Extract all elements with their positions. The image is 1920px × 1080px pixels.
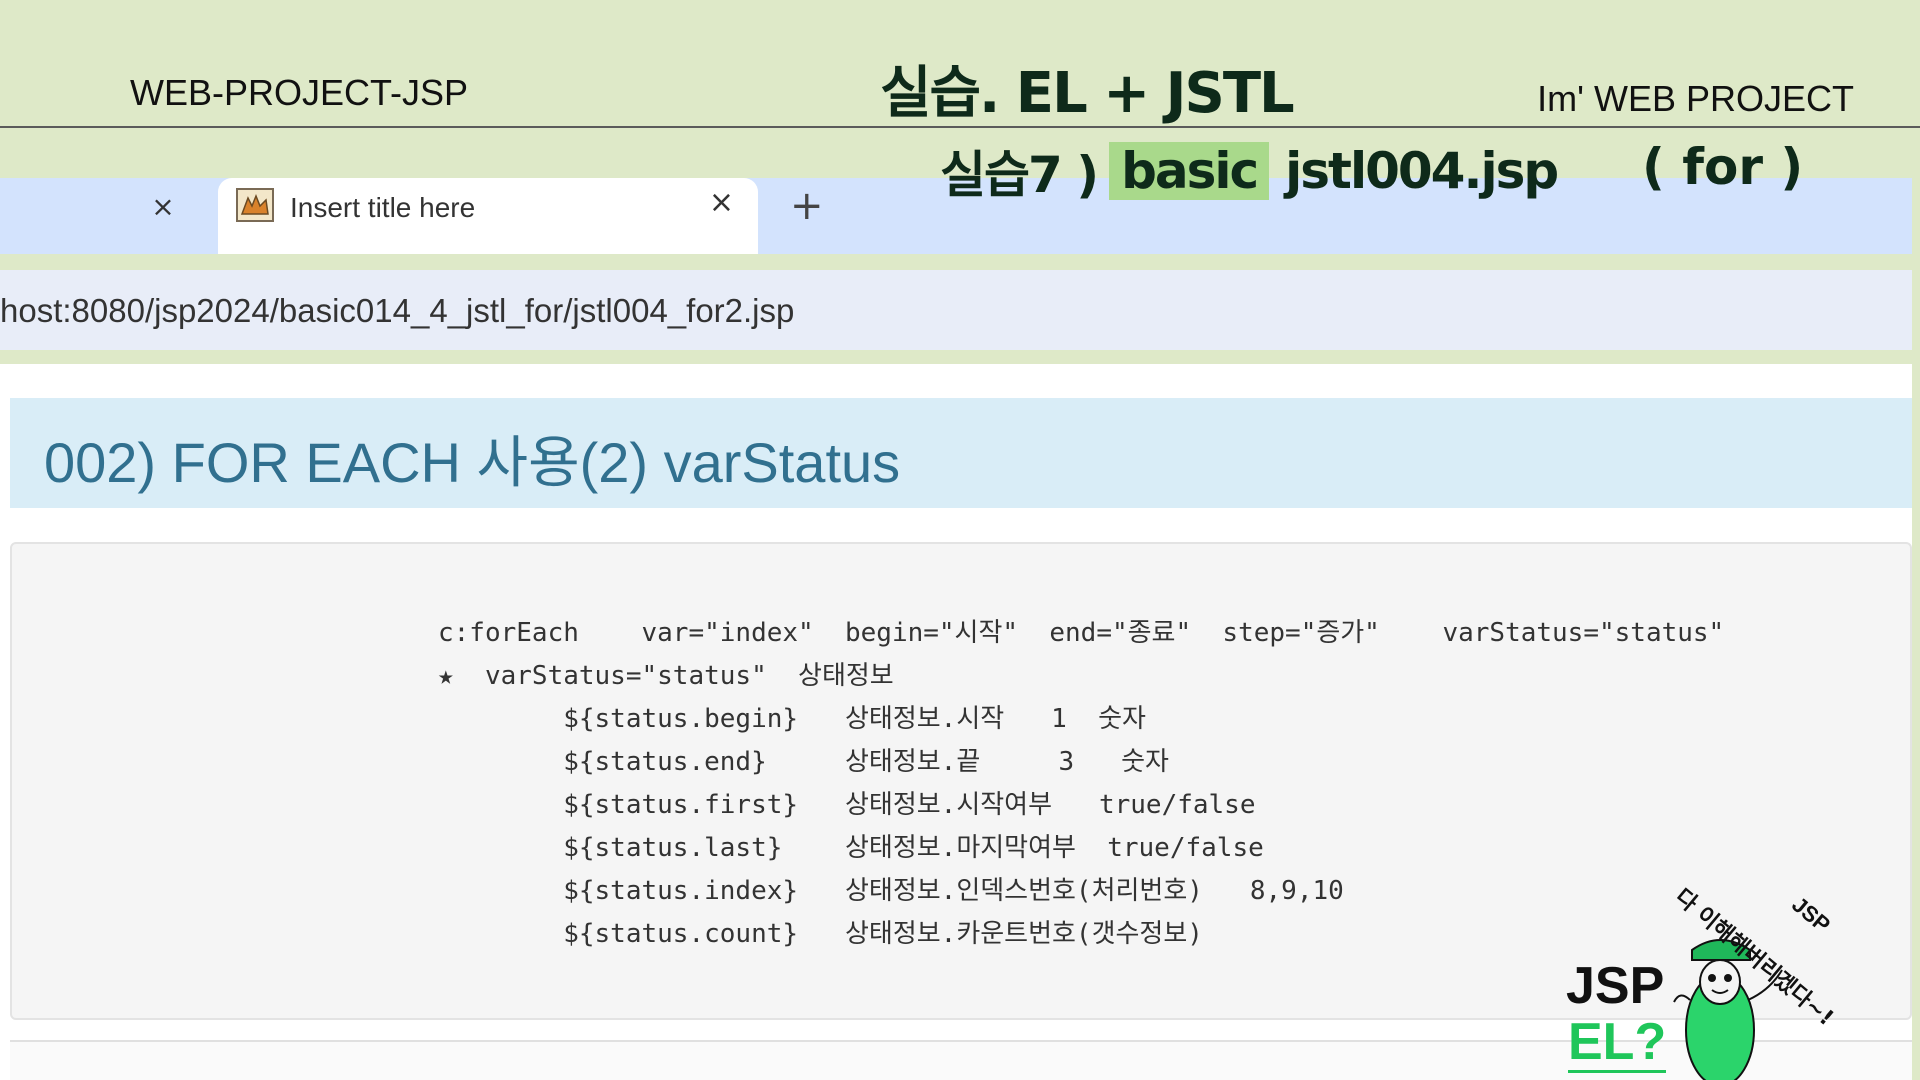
project-name: WEB-PROJECT-JSP <box>130 72 469 113</box>
header-divider <box>0 126 1920 128</box>
mascot: JSP EL? 다 이해해버리겠다~! JSP <box>1560 860 1920 1080</box>
panel-heading: 002) FOR EACH 사용(2) varStatus <box>10 398 1912 508</box>
code-line: ${status.end} 상태정보.끝 3 숫자 <box>438 747 1169 777</box>
subtitle-file: jstl004.jsp <box>1285 142 1559 200</box>
code-line: ★ varStatus="status" 상태정보 <box>438 661 894 691</box>
subtitle-prefix: 실습7 ) <box>940 146 1099 204</box>
code-line: ${status.first} 상태정보.시작여부 true/false <box>438 790 1256 820</box>
new-tab-button[interactable]: + <box>790 186 824 226</box>
mascot-el-label: EL? <box>1568 1013 1667 1073</box>
code-block: c:forEach var="index" begin="시작" end="종료… <box>438 612 1724 956</box>
tab-close-icon[interactable]: × <box>709 188 734 218</box>
exercise-subtitle: 실습7 ) basic jstl004.jsp <box>940 138 1559 204</box>
previous-tab-close-icon[interactable]: × <box>148 192 178 222</box>
tomcat-icon <box>236 188 274 222</box>
code-line: c:forEach var="index" begin="시작" end="종료… <box>438 618 1725 648</box>
subtitle-topic: ( for ) <box>1642 138 1804 196</box>
code-line: ${status.count} 상태정보.카운트번호(갯수정보) <box>438 919 1203 949</box>
panel-title: 002) FOR EACH 사용(2) varStatus <box>44 431 901 494</box>
address-bar[interactable]: host:8080/jsp2024/basic014_4_jstl_for/js… <box>0 270 1912 350</box>
subtitle-highlight: basic <box>1109 142 1270 200</box>
tab-title: Insert title here <box>290 192 476 223</box>
tab-active[interactable]: Insert title here × <box>218 178 758 254</box>
lesson-title: 실습. EL + JSTL <box>880 61 1295 126</box>
code-line: ${status.index} 상태정보.인덱스번호(처리번호) 8,9,10 <box>438 876 1344 906</box>
brand-tag: Im' WEB PROJECT <box>1537 78 1854 119</box>
code-line: ${status.last} 상태정보.마지막여부 true/false <box>438 833 1264 863</box>
address-url[interactable]: host:8080/jsp2024/basic014_4_jstl_for/js… <box>0 292 794 330</box>
code-line: ${status.begin} 상태정보.시작 1 숫자 <box>438 704 1146 734</box>
mascot-jsp-label: JSP <box>1566 957 1665 1015</box>
slide-header: WEB-PROJECT-JSP 실습. EL + JSTL Im' WEB PR… <box>0 0 1920 128</box>
